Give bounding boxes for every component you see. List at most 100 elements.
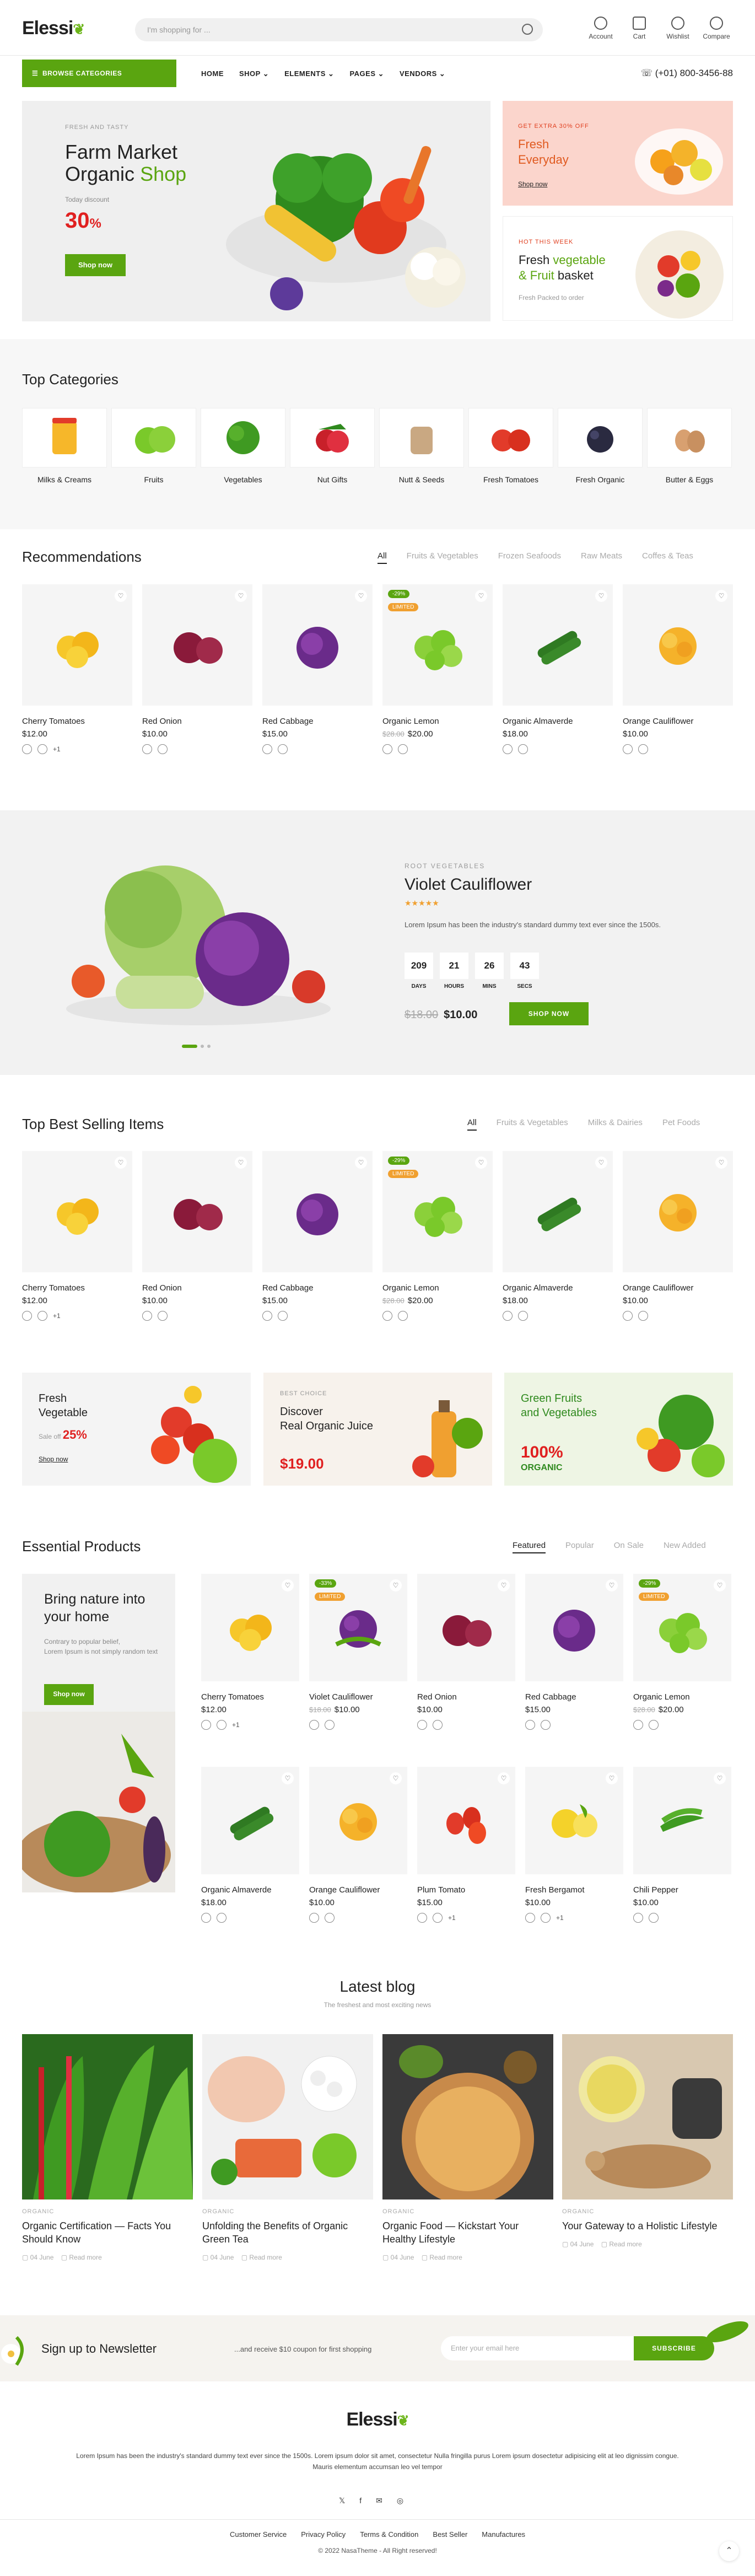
variant-icon[interactable] bbox=[417, 1720, 427, 1730]
variant-icon[interactable] bbox=[325, 1913, 335, 1923]
more-variants[interactable]: +1 bbox=[53, 745, 61, 753]
newsletter-email-input[interactable]: Enter your email here bbox=[441, 2336, 637, 2360]
variant-icon[interactable] bbox=[503, 744, 513, 754]
wishlist-heart-icon[interactable]: ♡ bbox=[498, 1579, 510, 1591]
tab-popular[interactable]: Popular bbox=[565, 1541, 594, 1553]
tab-on-sale[interactable]: On Sale bbox=[614, 1541, 644, 1553]
product-card[interactable]: ♡ Red Cabbage $15.00 bbox=[525, 1574, 623, 1730]
side1-shop-now-link[interactable]: Shop now bbox=[518, 180, 547, 188]
footer-link-best-seller[interactable]: Best Seller bbox=[433, 2530, 467, 2539]
product-image[interactable]: ♡ bbox=[525, 1767, 623, 1874]
wishlist-heart-icon[interactable]: ♡ bbox=[714, 1772, 726, 1784]
promo1-shop-now-link[interactable]: Shop now bbox=[39, 1455, 68, 1463]
product-name[interactable]: Cherry Tomatoes bbox=[22, 1283, 132, 1293]
footer-link-privacy-policy[interactable]: Privacy Policy bbox=[301, 2530, 346, 2539]
read-more-link[interactable]: Read more bbox=[609, 2240, 641, 2248]
variant-icon[interactable] bbox=[262, 744, 272, 754]
product-image[interactable]: -29% LIMITED ♡ bbox=[382, 1151, 493, 1272]
wishlist-heart-icon[interactable]: ♡ bbox=[606, 1772, 618, 1784]
product-image[interactable]: -29% LIMITED ♡ bbox=[633, 1574, 731, 1681]
product-card[interactable]: ♡ Chili Pepper $10.00 bbox=[633, 1767, 731, 1923]
product-name[interactable]: Red Cabbage bbox=[525, 1692, 623, 1702]
product-name[interactable]: Orange Cauliflower bbox=[309, 1885, 407, 1895]
wishlist-heart-icon[interactable]: ♡ bbox=[498, 1772, 510, 1784]
menu-pages[interactable]: PAGES ⌄ bbox=[349, 69, 384, 78]
product-name[interactable]: Red Onion bbox=[417, 1692, 515, 1702]
variant-icon[interactable] bbox=[649, 1720, 659, 1730]
category-nut-gifts[interactable]: Nut Gifts bbox=[290, 408, 375, 484]
wishlist-button[interactable]: Wishlist bbox=[661, 17, 694, 40]
tab-coffes-teas[interactable]: Coffes & Teas bbox=[642, 551, 693, 564]
product-name[interactable]: Cherry Tomatoes bbox=[22, 717, 132, 726]
variant-icon[interactable] bbox=[217, 1720, 227, 1730]
variant-icon[interactable] bbox=[262, 1311, 272, 1321]
footer-link-terms[interactable]: Terms & Condition bbox=[360, 2530, 418, 2539]
product-image[interactable]: ♡ bbox=[309, 1767, 407, 1874]
product-card[interactable]: ♡ Organic Almaverde $18.00 bbox=[503, 1151, 613, 1321]
product-name[interactable]: Plum Tomato bbox=[417, 1885, 515, 1895]
wishlist-heart-icon[interactable]: ♡ bbox=[475, 1157, 487, 1169]
product-image[interactable]: ♡ bbox=[201, 1767, 299, 1874]
product-name[interactable]: Organic Lemon bbox=[382, 1283, 493, 1293]
product-card[interactable]: ♡ Orange Cauliflower $10.00 bbox=[623, 1151, 733, 1321]
product-image[interactable]: ♡ bbox=[142, 1151, 252, 1272]
product-card[interactable]: ♡ Red Onion $10.00 bbox=[417, 1574, 515, 1730]
category-fruits[interactable]: Fruits bbox=[111, 408, 196, 484]
wishlist-heart-icon[interactable]: ♡ bbox=[115, 590, 127, 602]
variant-icon[interactable] bbox=[525, 1720, 535, 1730]
wishlist-heart-icon[interactable]: ♡ bbox=[390, 1579, 402, 1591]
deal-shop-now-button[interactable]: SHOP NOW bbox=[509, 1002, 589, 1025]
product-card[interactable]: ♡ Red Onion $10.00 bbox=[142, 584, 252, 754]
more-variants[interactable]: +1 bbox=[448, 1914, 456, 1922]
product-image[interactable]: ♡ bbox=[22, 1151, 132, 1272]
footer-link-customer-service[interactable]: Customer Service bbox=[230, 2530, 287, 2539]
blog-image[interactable] bbox=[382, 2034, 553, 2199]
variant-icon[interactable] bbox=[309, 1720, 319, 1730]
product-name[interactable]: Red Onion bbox=[142, 1283, 252, 1293]
product-card[interactable]: ♡ Cherry Tomatoes $12.00 +1 bbox=[201, 1574, 299, 1730]
blog-post-title[interactable]: Unfolding the Benefits of Organic Green … bbox=[202, 2219, 373, 2246]
search-input[interactable]: I'm shopping for ... bbox=[135, 18, 543, 41]
wishlist-heart-icon[interactable]: ♡ bbox=[355, 590, 367, 602]
variant-icon[interactable] bbox=[638, 744, 648, 754]
product-image[interactable]: ♡ bbox=[417, 1767, 515, 1874]
read-more-link[interactable]: Read more bbox=[69, 2254, 101, 2261]
product-image[interactable]: ♡ bbox=[201, 1574, 299, 1681]
wishlist-heart-icon[interactable]: ♡ bbox=[235, 590, 247, 602]
variant-icon[interactable] bbox=[623, 744, 633, 754]
essential-shop-now-button[interactable]: Shop now bbox=[44, 1684, 94, 1705]
variant-icon[interactable] bbox=[633, 1720, 643, 1730]
instagram-icon[interactable]: ◎ bbox=[397, 2496, 403, 2505]
wishlist-heart-icon[interactable]: ♡ bbox=[390, 1772, 402, 1784]
product-name[interactable]: Red Cabbage bbox=[262, 717, 373, 726]
product-card[interactable]: -29% LIMITED ♡ Organic Lemon $28.00 $20.00 bbox=[633, 1574, 731, 1730]
wishlist-heart-icon[interactable]: ♡ bbox=[715, 1157, 727, 1169]
variant-icon[interactable] bbox=[22, 744, 32, 754]
wishlist-heart-icon[interactable]: ♡ bbox=[282, 1772, 294, 1784]
cart-button[interactable]: Cart bbox=[623, 17, 656, 40]
variant-icon[interactable] bbox=[398, 1311, 408, 1321]
variant-icon[interactable] bbox=[142, 744, 152, 754]
product-image[interactable]: ♡ bbox=[503, 584, 613, 706]
footer-link-manufactures[interactable]: Manufactures bbox=[482, 2530, 525, 2539]
product-image[interactable]: -29% LIMITED ♡ bbox=[382, 584, 493, 706]
product-name[interactable]: Red Onion bbox=[142, 717, 252, 726]
category-milks-creams[interactable]: Milks & Creams bbox=[22, 408, 107, 484]
read-more-link[interactable]: Read more bbox=[249, 2254, 282, 2261]
variant-icon[interactable] bbox=[541, 1913, 551, 1923]
back-to-top-button[interactable]: ⌃ bbox=[719, 2541, 739, 2561]
tab-featured[interactable]: Featured bbox=[513, 1541, 546, 1553]
tab-milks-dairies[interactable]: Milks & Dairies bbox=[588, 1118, 643, 1131]
tab-pet-foods[interactable]: Pet Foods bbox=[662, 1118, 700, 1131]
variant-icon[interactable] bbox=[417, 1913, 427, 1923]
product-name[interactable]: Organic Almaverde bbox=[503, 1283, 613, 1293]
variant-icon[interactable] bbox=[518, 1311, 528, 1321]
menu-home[interactable]: HOME bbox=[201, 69, 224, 78]
product-card[interactable]: ♡ Red Onion $10.00 bbox=[142, 1151, 252, 1321]
product-card[interactable]: ♡ Orange Cauliflower $10.00 bbox=[623, 584, 733, 754]
variant-icon[interactable] bbox=[325, 1720, 335, 1730]
product-card[interactable]: ♡ Red Cabbage $15.00 bbox=[262, 584, 373, 754]
product-name[interactable]: Cherry Tomatoes bbox=[201, 1692, 299, 1702]
variant-icon[interactable] bbox=[649, 1913, 659, 1923]
variant-icon[interactable] bbox=[37, 744, 47, 754]
